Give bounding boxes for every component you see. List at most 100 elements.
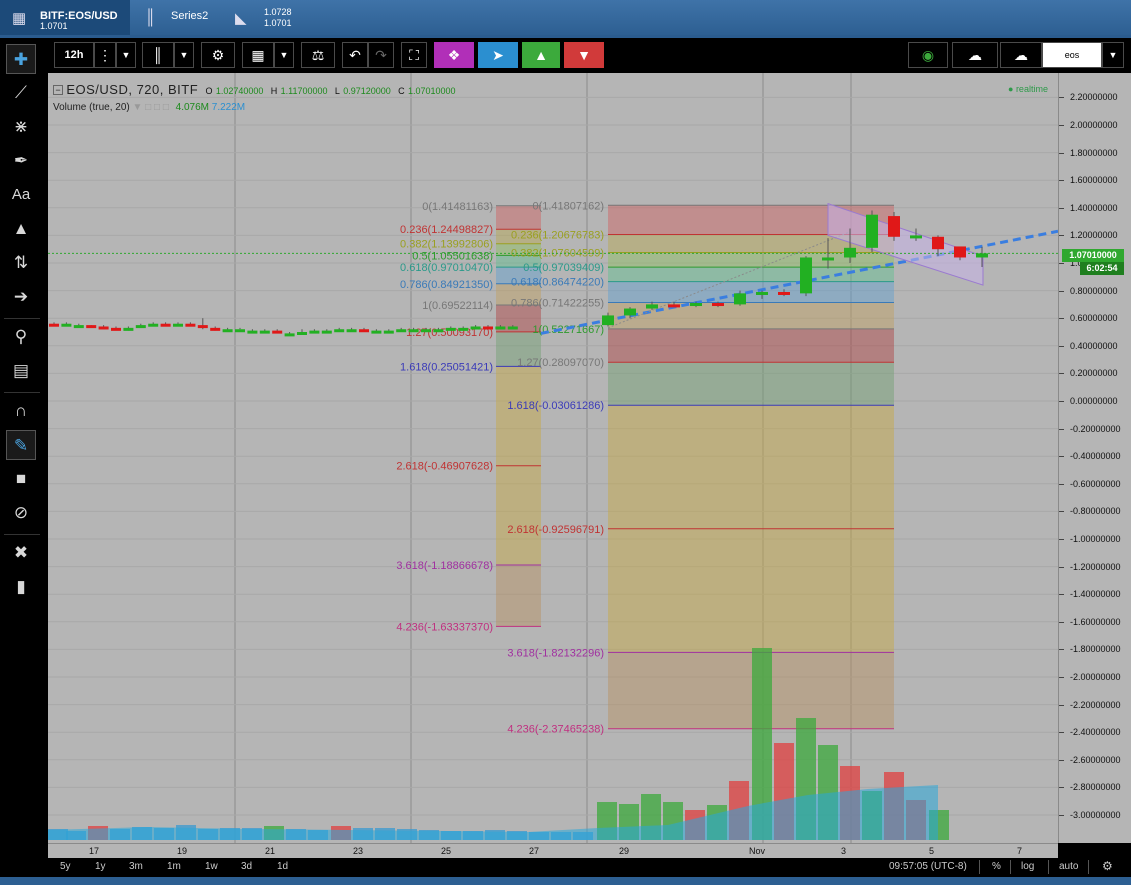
candle-body [483, 326, 493, 330]
fork-icon[interactable]: ⋇ [6, 112, 36, 142]
interval-button[interactable]: 12h [54, 42, 94, 68]
candle-countdown: 6:02:54 [1080, 262, 1124, 275]
fib-left-label: 3.618(-1.18866678) [396, 560, 493, 572]
price-label: -1.60000000 [1070, 616, 1121, 627]
candle-body [371, 330, 382, 334]
price-label: 0.40000000 [1070, 340, 1118, 351]
fib-right-label: 2.618(-0.92596791) [507, 524, 604, 536]
trendline-icon[interactable]: ⟋ [6, 78, 36, 108]
price-tick [1059, 373, 1064, 375]
range-1d[interactable]: 1d [277, 861, 288, 872]
symbol-field[interactable]: eos [1042, 42, 1102, 68]
back-arrow-icon[interactable]: ➔ [6, 282, 36, 312]
price-label: 2.00000000 [1070, 120, 1118, 130]
price-tick [1059, 401, 1064, 402]
chevron-down-red-icon[interactable]: ▼ [564, 42, 604, 68]
candles-style-icon[interactable]: ║ [142, 42, 174, 68]
range-1m[interactable]: 1m [167, 861, 181, 872]
chevron-up-icon[interactable]: ▲ [522, 42, 560, 68]
cloud-upload-icon[interactable]: ☁ [1000, 42, 1042, 68]
undo-icon[interactable]: ↶ [342, 42, 368, 68]
chart-icon: ▦ [12, 10, 27, 27]
tab-quote[interactable]: ◣ 1.0728 1.0701 [230, 0, 320, 35]
price-tick [1059, 428, 1064, 430]
volume-settings-icons[interactable]: ▼ □ □ □ [133, 102, 169, 113]
price-tick [1059, 649, 1064, 651]
settings-gear-icon[interactable]: ⚙ [1102, 859, 1113, 873]
chevron-down-icon[interactable]: ▼ [116, 42, 136, 68]
candle-body [888, 216, 900, 237]
divider [4, 318, 40, 319]
candle-body [495, 326, 506, 330]
candle-body [98, 326, 109, 330]
fib-right-zone [608, 405, 894, 529]
megaphone-icon[interactable]: ➤ [478, 42, 518, 68]
candle-body [866, 214, 878, 248]
collapse-icon[interactable]: − [53, 85, 63, 95]
fib-right-zone [608, 652, 894, 729]
indicators-icon[interactable]: ▦ [242, 42, 274, 68]
more-dots-icon[interactable]: ⋮ [94, 42, 116, 68]
candle-body [624, 308, 636, 316]
chevron-down-icon[interactable]: ▼ [1102, 42, 1124, 68]
fib-right-zone [608, 267, 894, 282]
chevron-down-icon[interactable]: ▼ [174, 42, 194, 68]
price-label: 0.20000000 [1070, 368, 1118, 379]
fib-left-label: 1(0.69522114) [422, 300, 493, 312]
ruler-icon[interactable]: ▤ [6, 356, 36, 386]
time-axis[interactable]: 17 19 21 23 25 27 29 Nov 3 5 7 [48, 843, 1058, 858]
candle-body [445, 327, 456, 331]
price-label: -2.80000000 [1070, 782, 1121, 793]
cloud-download-icon[interactable]: ☁ [952, 42, 998, 68]
candle-body [507, 326, 518, 330]
trash-icon[interactable]: ▮ [6, 572, 36, 602]
price-chart[interactable]: 0(1.41481163) 0.236(1.24498827) 0.382(1.13… [48, 73, 1058, 843]
percent-toggle[interactable]: % [992, 861, 1001, 872]
compare-scale-icon[interactable]: ⚖ [301, 42, 335, 68]
range-5y[interactable]: 5y [60, 861, 71, 872]
candle-body [421, 329, 431, 333]
price-axis[interactable]: 2.20000000 2.00000000 1.80000000 1.60000000… [1058, 73, 1131, 843]
candle-body [173, 323, 183, 327]
tab-eos-usd[interactable]: ▦ BITF:EOS/USD 1.0701 [0, 0, 130, 35]
tab-series2[interactable]: ║ Series2 [140, 0, 230, 35]
range-3d[interactable]: 3d [241, 861, 252, 872]
pencil-icon[interactable]: ✎ [6, 430, 36, 460]
price-tick [1059, 677, 1064, 678]
measure-icon[interactable]: ⇅ [6, 248, 36, 278]
range-3m[interactable]: 3m [129, 861, 143, 872]
gear-icon[interactable]: ⚙ [201, 42, 235, 68]
price-tick [1059, 621, 1064, 623]
candle-body [197, 325, 208, 329]
price-label: 0.80000000 [1070, 285, 1118, 296]
candle-body [712, 303, 724, 307]
fullscreen-icon[interactable]: ⛶ [401, 42, 427, 68]
high-value: 1.11700000 [280, 86, 328, 96]
zoom-icon[interactable]: ⚲ [6, 322, 36, 352]
price-tick [1059, 732, 1064, 734]
chart-plot-area[interactable]: 0(1.41481163) 0.236(1.24498827) 0.382(1.13… [48, 73, 1058, 843]
candle-body [383, 330, 394, 334]
magnet-icon[interactable]: ∩ [6, 396, 36, 426]
open-label: O [205, 86, 213, 96]
log-toggle[interactable]: log [1021, 861, 1034, 872]
lock-icon[interactable]: ■ [6, 464, 36, 494]
pattern-icon[interactable]: ▲ [6, 214, 36, 244]
tools-icon[interactable]: ✖ [6, 538, 36, 568]
auto-toggle[interactable]: auto [1059, 861, 1078, 872]
chevron-down-icon[interactable]: ▼ [274, 42, 294, 68]
camera-icon[interactable]: ◉ [908, 42, 948, 68]
range-1w[interactable]: 1w [205, 861, 218, 872]
price-label: -1.40000000 [1070, 589, 1121, 600]
fib-left-label: 1.618(0.25051421) [400, 361, 493, 373]
price-label: -2.00000000 [1070, 672, 1121, 682]
cube-icon[interactable]: ❖ [434, 42, 474, 68]
eye-hidden-icon[interactable]: ⊘ [6, 498, 36, 528]
text-icon[interactable]: Aa [6, 180, 36, 210]
price-tick [1059, 152, 1064, 154]
range-1y[interactable]: 1y [95, 861, 106, 872]
brush-icon[interactable]: ✒ [6, 146, 36, 176]
price-tick [1059, 345, 1064, 347]
redo-icon[interactable]: ↷ [368, 42, 394, 68]
crosshair-icon[interactable]: ✚ [6, 44, 36, 74]
